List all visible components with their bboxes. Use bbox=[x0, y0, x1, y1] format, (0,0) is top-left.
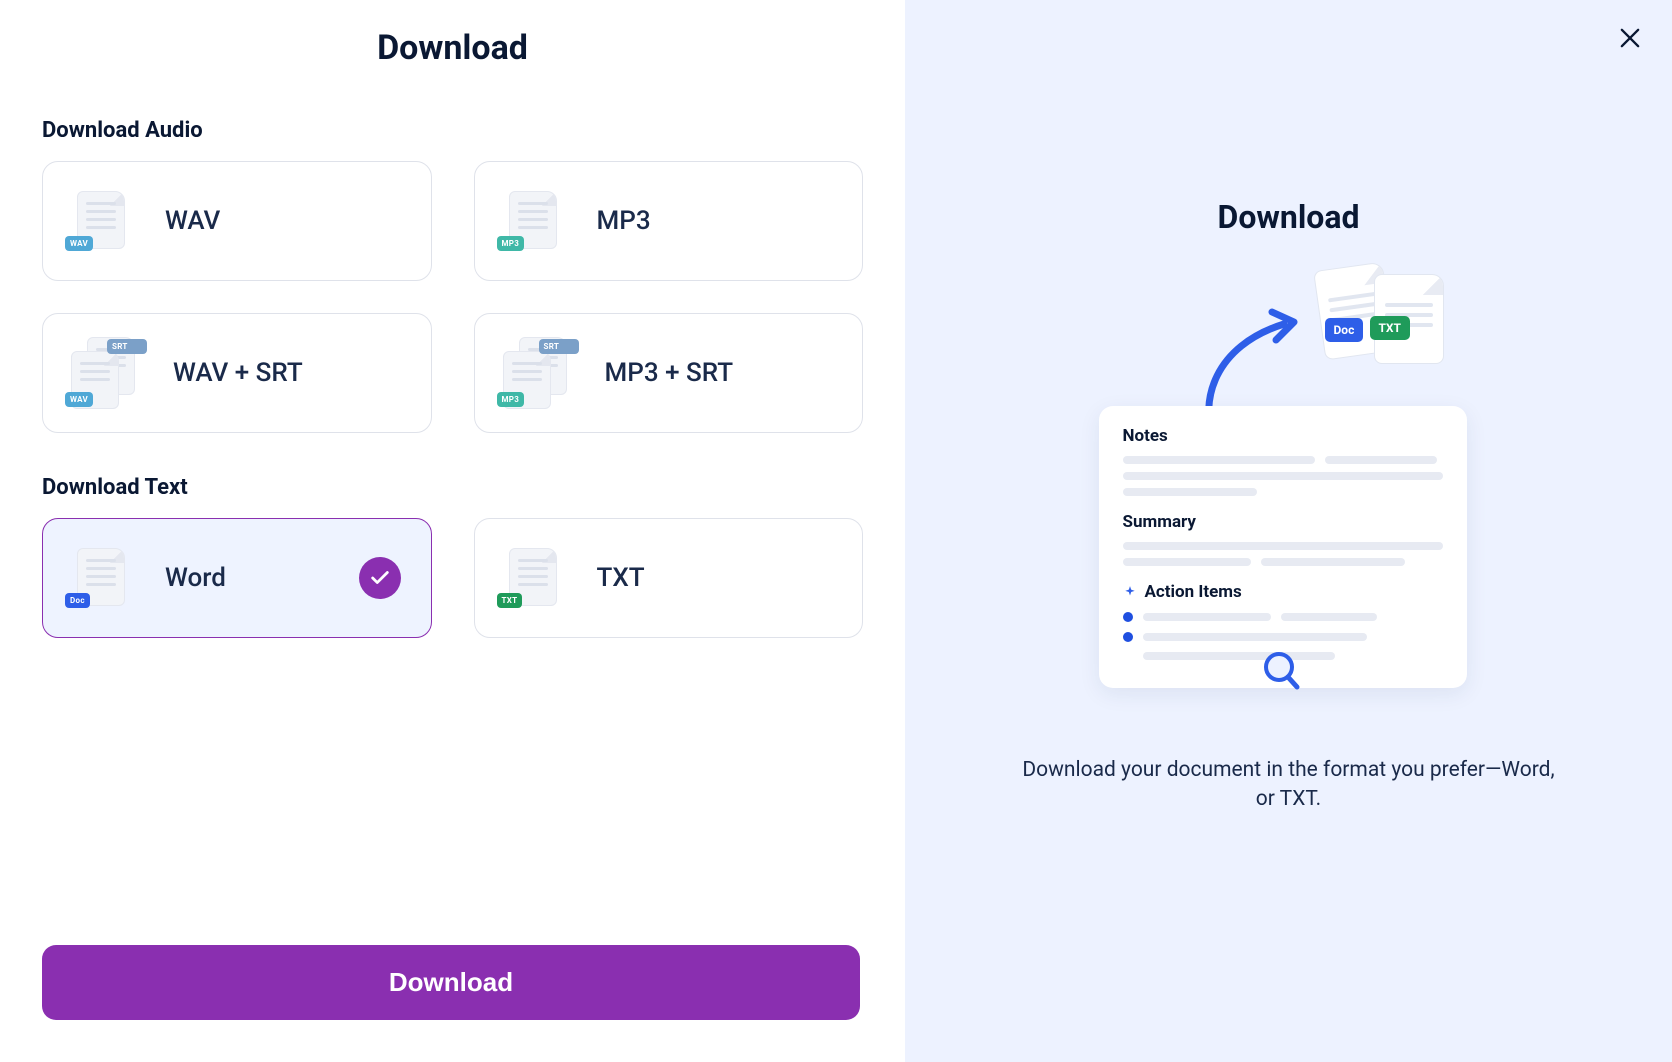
file-icon-mp3-srt: SRT MP3 bbox=[501, 337, 575, 409]
file-icon-mp3: MP3 bbox=[501, 185, 567, 257]
file-icon-wav-srt: SRT WAV bbox=[69, 337, 143, 409]
file-tag: WAV bbox=[65, 392, 93, 407]
info-panel: Download Doc TXT Notes Summary bbox=[905, 0, 1672, 1062]
option-word[interactable]: Doc Word bbox=[42, 518, 432, 638]
file-tag: MP3 bbox=[497, 392, 525, 407]
illustration-action-items-label: Action Items bbox=[1145, 582, 1242, 602]
file-tag: SRT bbox=[107, 339, 147, 354]
option-txt[interactable]: TXT TXT bbox=[474, 518, 864, 638]
option-wav-srt[interactable]: SRT WAV WAV + SRT bbox=[42, 313, 432, 433]
section-title-text: Download Text bbox=[42, 475, 863, 500]
option-label: MP3 + SRT bbox=[605, 358, 734, 388]
file-tag: SRT bbox=[539, 339, 579, 354]
file-icon-txt: TXT bbox=[501, 542, 567, 614]
illustration-files-icon: Doc TXT bbox=[1319, 266, 1469, 376]
option-mp3-srt[interactable]: SRT MP3 MP3 + SRT bbox=[474, 313, 864, 433]
info-title: Download bbox=[1218, 198, 1360, 236]
option-wav[interactable]: WAV WAV bbox=[42, 161, 432, 281]
option-label: WAV + SRT bbox=[173, 358, 303, 388]
illustration-doc-tag: Doc bbox=[1325, 318, 1364, 342]
magnifier-icon bbox=[1259, 649, 1303, 693]
file-tag: MP3 bbox=[497, 236, 525, 251]
info-description: Download your document in the format you… bbox=[1019, 756, 1559, 815]
illustration-txt-tag: TXT bbox=[1370, 316, 1411, 340]
selected-check-icon bbox=[359, 557, 401, 599]
option-label: MP3 bbox=[597, 206, 651, 236]
section-title-audio: Download Audio bbox=[42, 118, 863, 143]
option-label: Word bbox=[165, 563, 226, 593]
file-tag: Doc bbox=[65, 593, 90, 608]
sparkle-icon bbox=[1123, 585, 1137, 599]
close-button[interactable] bbox=[1616, 24, 1644, 56]
illustration-document-card: Notes Summary Action Items bbox=[1099, 406, 1467, 688]
option-label: TXT bbox=[597, 563, 645, 593]
download-options-panel: Download Download Audio WAV WAV MP3 MP3 … bbox=[0, 0, 905, 1062]
text-options-grid: Doc Word TXT TXT bbox=[42, 518, 863, 638]
illustration-summary-label: Summary bbox=[1123, 512, 1443, 532]
option-label: WAV bbox=[165, 206, 220, 236]
audio-options-grid: WAV WAV MP3 MP3 SRT WAV WAV + SRT bbox=[42, 161, 863, 433]
file-icon-word: Doc bbox=[69, 542, 135, 614]
option-mp3[interactable]: MP3 MP3 bbox=[474, 161, 864, 281]
file-icon-wav: WAV bbox=[69, 185, 135, 257]
file-tag: WAV bbox=[65, 236, 93, 251]
page-title: Download bbox=[42, 28, 863, 68]
illustration-notes-label: Notes bbox=[1123, 426, 1443, 446]
download-button[interactable]: Download bbox=[42, 945, 860, 1020]
download-illustration: Doc TXT Notes Summary Action Ite bbox=[1099, 266, 1479, 706]
file-tag: TXT bbox=[497, 593, 523, 608]
